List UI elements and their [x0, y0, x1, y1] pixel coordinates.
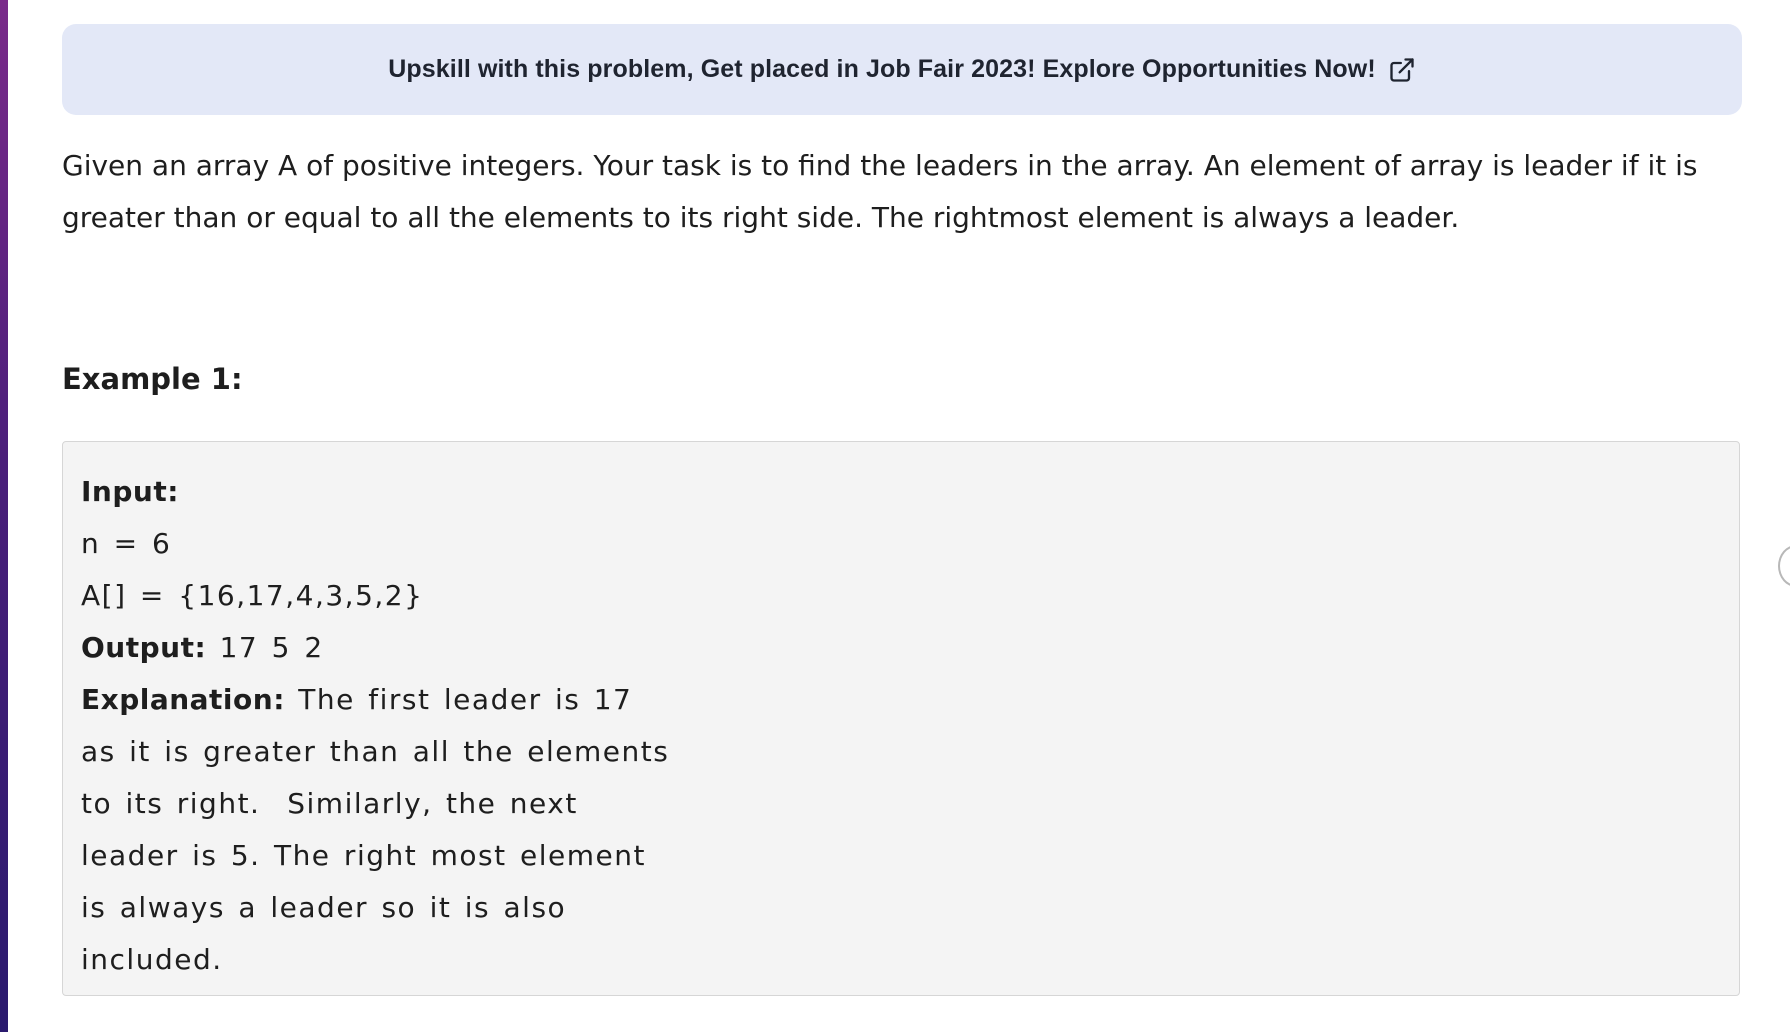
job-fair-banner-link[interactable]: Upskill with this problem, Get placed in… [388, 55, 1416, 84]
output-value: 17 5 2 [206, 631, 324, 664]
explanation-text: is always a leader so it is also [81, 891, 567, 924]
example-input-n: n = 6 [81, 527, 172, 560]
example-output-line: Output: 17 5 2 [81, 622, 1721, 674]
job-fair-banner[interactable]: Upskill with this problem, Get placed in… [62, 24, 1742, 115]
example-box: Input: n = 6 A[] = {16,17,4,3,5,2} Outpu… [62, 441, 1740, 996]
example-input-line: Input: [81, 466, 1721, 518]
explanation-text: leader is 5. The right most element [81, 839, 646, 872]
external-link-icon [1388, 56, 1416, 84]
input-label: Input: [81, 475, 179, 508]
explanation-label: Explanation: [81, 683, 285, 716]
explanation-text: included. [81, 943, 223, 976]
output-label: Output: [81, 631, 207, 664]
explanation-text: The first leader is 17 [284, 683, 633, 716]
example-input-array: A[] = {16,17,4,3,5,2} [81, 579, 424, 612]
panel-resize-handle[interactable] [1778, 545, 1790, 587]
explanation-text: to its right. Similarly, the next [81, 787, 578, 820]
explanation-text: as it is greater than all the elements [81, 735, 670, 768]
example-explanation-line: Explanation: The first leader is 17 [81, 674, 1721, 726]
example-title: Example 1: [62, 362, 243, 396]
problem-description: Given an array A of positive integers. Y… [62, 149, 1698, 234]
banner-text: Upskill with this problem, Get placed in… [388, 55, 1376, 83]
window-left-edge [0, 0, 8, 1032]
